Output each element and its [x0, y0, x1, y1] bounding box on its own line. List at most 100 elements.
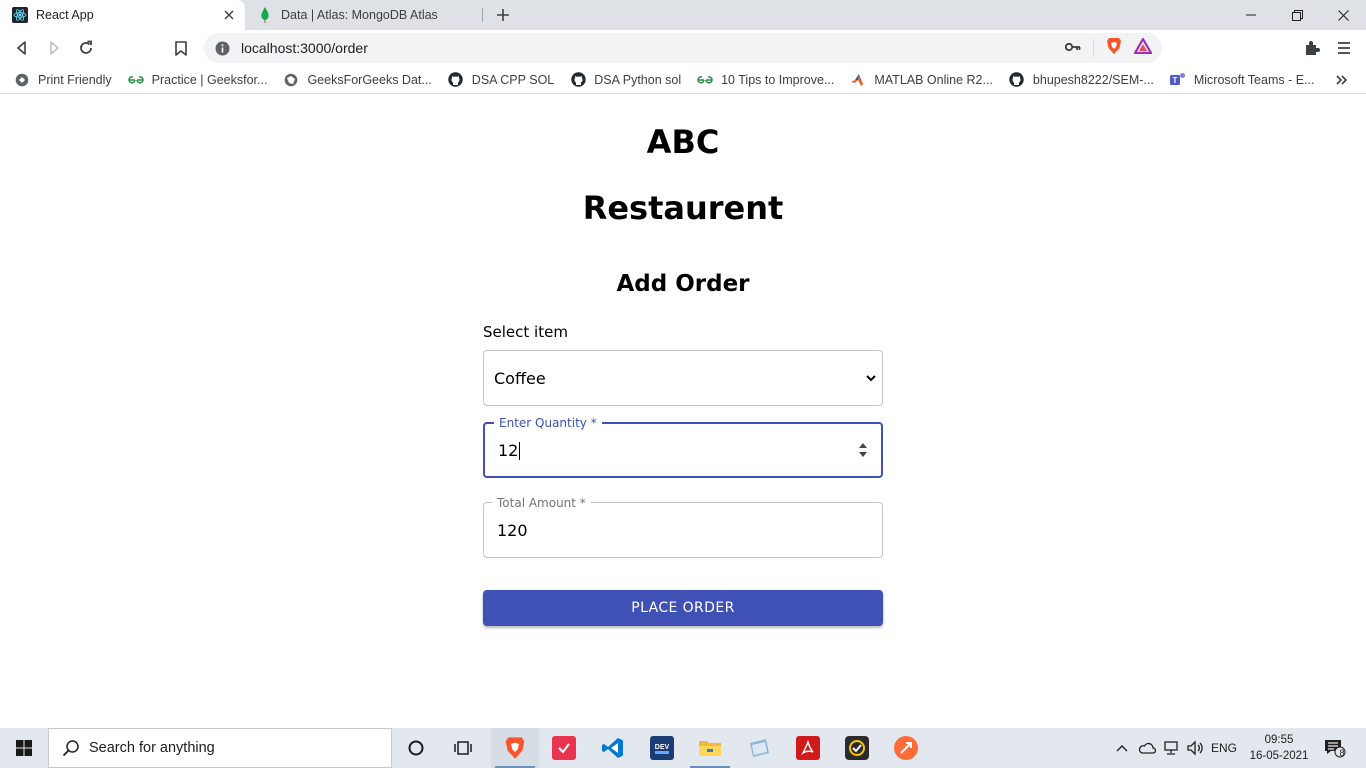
bookmark-microsoft-teams[interactable]: T Microsoft Teams - E... — [1169, 72, 1315, 88]
github-icon — [1009, 72, 1025, 88]
taskbar-file-explorer[interactable] — [686, 728, 734, 768]
windows-taskbar: Search for anything DEV ENG 09:55 16-05-… — [0, 728, 1366, 768]
brave-shields-icon[interactable] — [1106, 37, 1122, 60]
taskbar-app-calendar[interactable] — [540, 728, 588, 768]
print-friendly-icon — [14, 72, 30, 88]
teams-icon: T — [1169, 72, 1186, 88]
matlab-icon — [850, 72, 866, 88]
bookmarks-bar: Print Friendly Practice | Geeksfor... Ge… — [0, 66, 1366, 94]
github-icon — [570, 72, 586, 88]
chevron-right-double-icon[interactable] — [1334, 72, 1350, 88]
forward-icon[interactable] — [44, 38, 64, 58]
quantity-field[interactable]: Enter Quantity * 12 — [483, 415, 883, 478]
tab-separator — [482, 8, 483, 22]
bookmark-label: GeeksForGeeks Dat... — [307, 72, 432, 87]
bookmark-bhupesh-sem[interactable]: bhupesh8222/SEM-... — [1009, 72, 1154, 88]
bookmark-dsa-cpp-sol[interactable]: DSA CPP SOL — [448, 72, 554, 88]
onedrive-icon[interactable] — [1136, 728, 1158, 768]
react-icon — [12, 7, 28, 23]
taskbar-vscode[interactable] — [589, 728, 637, 768]
quantity-label: Enter Quantity * — [494, 415, 602, 431]
minimize-icon[interactable] — [1228, 0, 1274, 30]
clock-date: 16-05-2021 — [1249, 750, 1309, 762]
taskbar-brave-browser[interactable] — [491, 728, 539, 768]
bookmark-print-friendly[interactable]: Print Friendly — [14, 72, 112, 88]
chevron-down-icon — [864, 371, 878, 385]
tasks-app-icon — [845, 736, 869, 760]
taskbar-postman[interactable] — [882, 728, 930, 768]
taskbar-acrobat[interactable] — [784, 728, 832, 768]
number-spinner-icon[interactable] — [857, 441, 869, 459]
taskbar-tasks-app[interactable] — [833, 728, 881, 768]
task-view-icon[interactable] — [440, 728, 488, 768]
reload-icon[interactable] — [76, 38, 96, 58]
tab-react-app[interactable]: React App — [0, 0, 245, 30]
tab-strip: React App Data | Atlas: MongoDB Atlas — [0, 0, 1366, 30]
brave-rewards-icon[interactable] — [1133, 37, 1153, 59]
omnibox-divider — [1093, 39, 1094, 57]
bookmark-icon[interactable] — [171, 38, 191, 58]
brave-browser-icon — [503, 736, 527, 760]
svg-text:T: T — [1172, 76, 1177, 85]
tab-title: Data | Atlas: MongoDB Atlas — [281, 8, 438, 22]
new-tab-icon[interactable] — [494, 6, 512, 24]
notes-app-icon — [747, 736, 771, 760]
dev-app-icon: DEV — [650, 736, 674, 760]
notification-center-icon[interactable]: 8 — [1318, 728, 1352, 768]
bookmark-label: DSA Python sol — [594, 72, 682, 87]
total-amount-label: Total Amount * — [492, 495, 591, 511]
bookmark-label: Practice | Geeksfor... — [151, 72, 268, 87]
order-page: ABC Restaurent Add Order Select item Cof… — [0, 99, 1366, 728]
folder-icon — [698, 736, 722, 760]
chevron-up-icon[interactable] — [1112, 728, 1132, 768]
bookmark-dsa-python-sol[interactable]: DSA Python sol — [570, 72, 681, 88]
postman-icon — [894, 736, 918, 760]
calendar-app-icon — [552, 736, 576, 760]
search-placeholder: Search for anything — [89, 740, 215, 756]
item-select[interactable]: Coffee — [483, 350, 883, 406]
globe-icon — [283, 72, 299, 88]
network-icon[interactable] — [1160, 728, 1182, 768]
menu-icon[interactable] — [1334, 38, 1354, 58]
text-cursor — [519, 441, 521, 460]
clock-time: 09:55 — [1264, 734, 1294, 746]
extensions-icon[interactable] — [1302, 38, 1322, 58]
tab-title: React App — [36, 8, 94, 22]
system-clock[interactable]: 09:55 16-05-2021 — [1248, 728, 1310, 768]
svg-text:DEV: DEV — [655, 744, 670, 751]
volume-icon[interactable] — [1184, 728, 1206, 768]
language-indicator[interactable]: ENG — [1208, 728, 1240, 768]
mongodb-leaf-icon — [257, 7, 273, 23]
windows-start-icon[interactable] — [0, 728, 48, 768]
close-window-icon[interactable] — [1320, 0, 1366, 30]
address-bar[interactable]: localhost:3000/order — [204, 33, 1162, 63]
selected-item-value: Coffee — [494, 368, 546, 388]
restore-icon[interactable] — [1274, 0, 1320, 30]
taskbar-dev-tool[interactable]: DEV — [638, 728, 686, 768]
bookmark-matlab-online[interactable]: MATLAB Online R2... — [850, 72, 993, 88]
bookmark-practice-geeksforgeeks[interactable]: Practice | Geeksfor... — [127, 72, 268, 88]
key-icon[interactable] — [1064, 39, 1081, 57]
acrobat-icon — [796, 736, 820, 760]
bookmark-label: MATLAB Online R2... — [874, 72, 993, 87]
place-order-button[interactable]: PLACE ORDER — [483, 590, 883, 626]
close-tab-icon[interactable] — [221, 7, 237, 23]
tab-mongodb-atlas[interactable]: Data | Atlas: MongoDB Atlas — [245, 0, 483, 30]
back-icon[interactable] — [12, 38, 32, 58]
github-icon — [448, 72, 464, 88]
bookmark-label: bhupesh8222/SEM-... — [1032, 72, 1154, 87]
restaurant-name-line1: ABC — [646, 123, 720, 161]
bookmark-10-tips[interactable]: 10 Tips to Improve... — [697, 72, 834, 88]
cortana-icon[interactable] — [392, 728, 440, 768]
total-amount-field[interactable]: Total Amount * 120 — [483, 495, 883, 558]
taskbar-search[interactable]: Search for anything — [48, 728, 392, 768]
info-icon[interactable] — [214, 40, 230, 56]
page-title: Add Order — [616, 271, 750, 297]
select-item-label: Select item — [483, 323, 568, 341]
taskbar-notes-app[interactable] — [735, 728, 783, 768]
bookmark-label: Microsoft Teams - E... — [1193, 72, 1315, 87]
total-amount-value: 120 — [497, 521, 528, 540]
bookmark-geeksforgeeks-data[interactable]: GeeksForGeeks Dat... — [283, 72, 432, 88]
quantity-value: 12 — [498, 441, 519, 460]
restaurant-name-line2: Restaurent — [582, 189, 784, 227]
